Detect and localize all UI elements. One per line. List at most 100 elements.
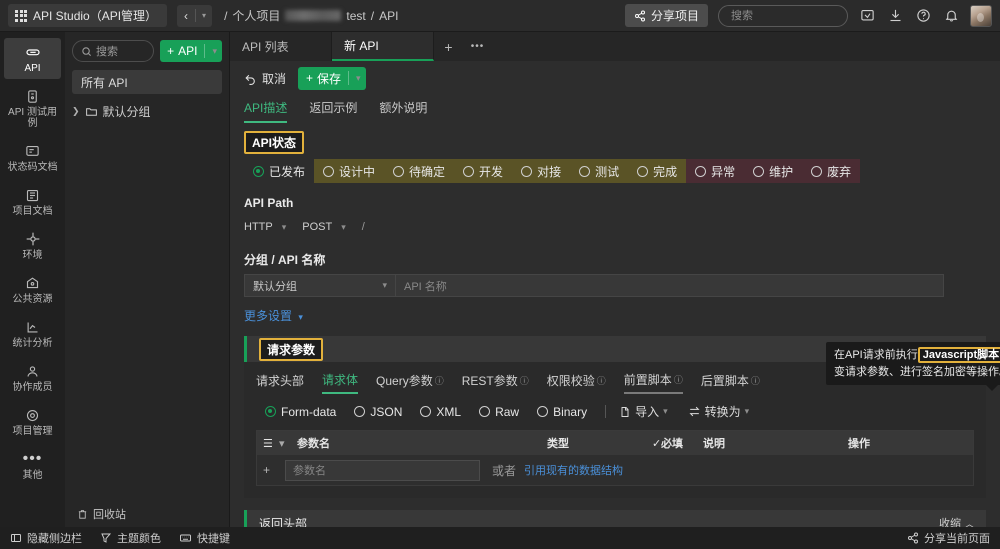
path-input[interactable]: / [362,221,365,233]
info-icon: ⓘ [435,374,444,387]
radio-json[interactable]: JSON [345,405,411,419]
add-row-button[interactable]: + [257,463,279,477]
protocol-select[interactable]: HTTP ▾ [244,221,292,233]
required-check-icon[interactable]: ✓ [646,437,659,450]
add-tab-button[interactable]: + [434,32,463,61]
chevron-down-icon[interactable]: ▾ [196,11,212,20]
subtab-extra-desc[interactable]: 额外说明 [379,99,427,123]
tab-request-header[interactable]: 请求头部 [256,371,304,394]
screen-icon[interactable] [858,7,876,25]
radio-deprecated[interactable]: 废弃 [802,163,860,180]
radio-designing[interactable]: 设计中 [314,163,384,180]
radio-dot [537,406,548,417]
sidebar-item-project-manage[interactable]: 项目管理 [4,401,61,442]
sidebar-item-testcase[interactable]: API 测试用例 [4,82,61,134]
radio-completed[interactable]: 完成 [628,163,686,180]
help-icon[interactable] [914,7,932,25]
chevron-down-icon[interactable]: ▾ [212,46,217,57]
sidebar-item-environment[interactable]: 环境 [4,225,61,266]
breadcrumb-project[interactable]: 个人项目 [232,7,280,24]
radio-abnormal[interactable]: 异常 [686,163,744,180]
pre-script-tooltip: 在API请求前执行Javascript脚本，改变请求参数、进行签名加密等操作。 [826,342,1000,385]
add-api-label: API [178,44,197,58]
import-button[interactable]: 导入 ▾ [615,403,672,420]
group-select[interactable]: 默认分组 ▾ [244,274,396,297]
chevron-down-icon[interactable]: ▾ [273,437,291,450]
save-button[interactable]: + 保存 ▾ [298,67,366,90]
tab-pre-script[interactable]: 前置脚本ⓘ [624,371,683,394]
theme-color-button[interactable]: 主题颜色 [100,530,161,546]
shortcuts-button[interactable]: 快捷键 [179,530,230,546]
sidebar-item-statuscode[interactable]: 状态码文档 [4,137,61,178]
radio-raw[interactable]: Raw [470,405,528,419]
sidebar-item-api[interactable]: API [4,38,61,79]
sidebar-item-statistics[interactable]: 统计分析 [4,313,61,354]
param-name-input[interactable]: 参数名 [285,460,480,481]
breadcrumb-test[interactable]: test [346,9,365,23]
request-params-label: 请求参数 [259,338,323,361]
share-icon [907,532,919,544]
api-group-default[interactable]: ❯ 默认分组 [72,103,222,120]
chevron-down-icon[interactable]: ▾ [298,312,303,322]
recycle-bin-item[interactable]: 回收站 [65,501,229,527]
download-icon[interactable] [886,7,904,25]
subtab-api-desc[interactable]: API描述 [244,99,287,123]
radio-binary[interactable]: Binary [528,405,596,419]
cancel-button[interactable]: 取消 [244,70,286,87]
or-text: 或者 [486,462,522,479]
tab-rest-params[interactable]: REST参数ⓘ [462,371,529,394]
search-input[interactable]: 搜索 [718,5,848,27]
more-icon: ••• [471,41,485,52]
tab-new-api[interactable]: 新 API [332,32,434,61]
grid-icon [15,10,27,22]
tab-auth-check[interactable]: 权限校验ⓘ [547,371,606,394]
folder-icon [85,105,98,118]
chevron-right-icon[interactable]: ❯ [72,106,80,117]
app-brand[interactable]: API Studio（API管理） [8,4,167,27]
avatar[interactable] [970,5,992,27]
sidebar-item-other[interactable]: ••• 其他 [4,445,61,486]
sidebar-item-members[interactable]: 协作成员 [4,357,61,398]
sidebar-label: 项目管理 [13,426,53,437]
tab-api-list[interactable]: API 列表 [230,32,332,61]
add-api-button[interactable]: + API ▾ [160,40,222,62]
nav-back-group[interactable]: ‹ ▾ [177,5,212,27]
share-page-button[interactable]: 分享当前页面 [907,530,990,546]
hide-sidebar-button[interactable]: 隐藏侧边栏 [10,530,82,546]
radio-pending[interactable]: 待确定 [384,163,454,180]
api-name-input[interactable]: API 名称 [396,274,944,297]
radio-xml[interactable]: XML [411,405,470,419]
tab-query-params[interactable]: Query参数ⓘ [376,371,444,394]
ref-structure-link[interactable]: 引用现有的数据结构 [518,462,629,478]
subtab-response-example[interactable]: 返回示例 [309,99,357,123]
chevron-left-icon[interactable]: ‹ [177,5,195,27]
convert-button[interactable]: 转换为 ▾ [684,403,754,420]
left-rail: API API 测试用例 状态码文档 项目文档 环境 公共资源 [0,32,65,527]
radio-published[interactable]: 已发布 [244,163,314,180]
api-search-input[interactable]: 搜索 [72,40,154,62]
radio-form-data[interactable]: Form-data [256,405,345,419]
plus-icon: + [444,39,452,55]
radio-maintenance[interactable]: 维护 [744,163,802,180]
chevron-down-icon[interactable]: ▾ [356,73,361,84]
radio-developing[interactable]: 开发 [454,163,512,180]
tab-more-button[interactable]: ••• [463,32,492,61]
radio-integrating[interactable]: 对接 [512,163,570,180]
response-header-collapse-button[interactable]: 收缩 ︿ [939,515,974,527]
bottom-bar: 隐藏侧边栏 主题颜色 快捷键 分享当前页面 [0,527,1000,549]
bell-icon[interactable] [942,7,960,25]
tab-request-body[interactable]: 请求体 [322,371,358,394]
all-api-item[interactable]: 所有 API [72,70,222,94]
radio-testing[interactable]: 测试 [570,163,628,180]
drag-handle-icon[interactable]: ☰ [257,437,273,450]
sidebar-item-resource[interactable]: 公共资源 [4,269,61,310]
more-settings-link[interactable]: 更多设置 [244,309,292,323]
info-icon: ⓘ [597,374,606,387]
sidebar-item-document[interactable]: 项目文档 [4,181,61,222]
breadcrumb-api[interactable]: API [379,9,398,23]
share-project-button[interactable]: 分享项目 [625,4,708,27]
method-select[interactable]: POST ▾ [302,221,351,233]
tab-post-script[interactable]: 后置脚本ⓘ [701,371,760,394]
tab-label: 后置脚本 [701,372,749,389]
top-right-group: 分享项目 搜索 [625,4,992,27]
